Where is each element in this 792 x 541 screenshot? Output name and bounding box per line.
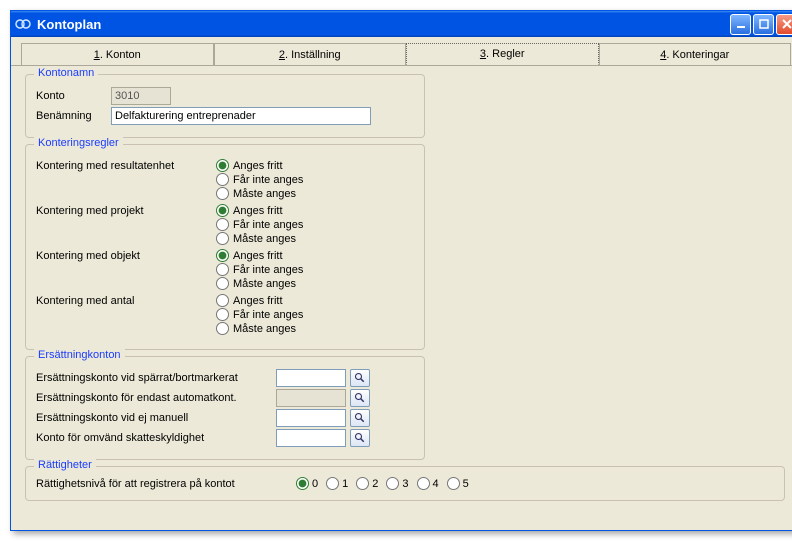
group-konteringsregler: Konteringsregler Kontering med resultate…: [25, 144, 425, 350]
resultatenhet-maste[interactable]: Måste anges: [216, 187, 303, 200]
konto-label: Konto: [36, 90, 111, 102]
rattigheter-label: Rättighetsnivå för att registrera på kon…: [36, 478, 286, 490]
automat-label: Ersättningskonto för endast automatkont.: [36, 392, 276, 404]
konto-field: [111, 87, 171, 105]
resultatenhet-fritt[interactable]: Anges fritt: [216, 159, 303, 172]
tab-konteringar[interactable]: 4. Konteringar: [599, 43, 792, 65]
ejmanuell-label: Ersättningskonto vid ej manuell: [36, 412, 276, 424]
legend-konteringsregler: Konteringsregler: [34, 137, 123, 149]
window-buttons: [730, 14, 792, 35]
titlebar: Kontoplan: [11, 11, 792, 37]
antal-maste[interactable]: Måste anges: [216, 322, 303, 335]
search-icon: [354, 432, 366, 444]
automat-lookup-button[interactable]: [350, 389, 370, 407]
benamning-label: Benämning: [36, 110, 111, 122]
sparrat-field[interactable]: [276, 369, 346, 387]
legend-rattigheter: Rättigheter: [34, 459, 96, 471]
app-icon: [15, 16, 31, 32]
legend-kontonamn: Kontonamn: [34, 67, 98, 79]
resultatenhet-label: Kontering med resultatenhet: [36, 159, 216, 172]
search-icon: [354, 372, 366, 384]
app-window: Kontoplan 1. Konton 2. Inställning 3. Re…: [10, 10, 792, 531]
close-button[interactable]: [776, 14, 792, 35]
ejmanuell-field[interactable]: [276, 409, 346, 427]
projekt-fritt[interactable]: Anges fritt: [216, 204, 303, 217]
ratt-opt-4[interactable]: 4: [417, 477, 439, 490]
tab-konton[interactable]: 1. Konton: [21, 43, 214, 65]
window-title: Kontoplan: [37, 17, 730, 32]
projekt-maste[interactable]: Måste anges: [216, 232, 303, 245]
omvand-lookup-button[interactable]: [350, 429, 370, 447]
projekt-inte[interactable]: Får inte anges: [216, 218, 303, 231]
minimize-button[interactable]: [730, 14, 751, 35]
maximize-button[interactable]: [753, 14, 774, 35]
search-icon: [354, 412, 366, 424]
benamning-field[interactable]: [111, 107, 371, 125]
antal-inte[interactable]: Får inte anges: [216, 308, 303, 321]
ratt-opt-1[interactable]: 1: [326, 477, 348, 490]
resultatenhet-inte[interactable]: Får inte anges: [216, 173, 303, 186]
antal-label: Kontering med antal: [36, 294, 216, 307]
objekt-label: Kontering med objekt: [36, 249, 216, 262]
legend-ersattning: Ersättningkonton: [34, 349, 125, 361]
ejmanuell-lookup-button[interactable]: [350, 409, 370, 427]
group-rattigheter: Rättigheter Rättighetsnivå för att regis…: [25, 466, 785, 501]
omvand-field[interactable]: [276, 429, 346, 447]
sparrat-label: Ersättningskonto vid spärrat/bortmarkera…: [36, 372, 276, 384]
ratt-opt-0[interactable]: 0: [296, 477, 318, 490]
ratt-opt-2[interactable]: 2: [356, 477, 378, 490]
ratt-opt-5[interactable]: 5: [447, 477, 469, 490]
group-kontonamn: Kontonamn Konto Benämning: [25, 74, 425, 138]
tab-bar: 1. Konton 2. Inställning 3. Regler 4. Ko…: [11, 37, 792, 66]
tab-installning[interactable]: 2. Inställning: [214, 43, 407, 65]
rattigheter-options: 0 1 2 3 4 5: [296, 477, 469, 490]
omvand-label: Konto för omvänd skatteskyldighet: [36, 432, 276, 444]
objekt-inte[interactable]: Får inte anges: [216, 263, 303, 276]
search-icon: [354, 392, 366, 404]
sparrat-lookup-button[interactable]: [350, 369, 370, 387]
objekt-fritt[interactable]: Anges fritt: [216, 249, 303, 262]
objekt-maste[interactable]: Måste anges: [216, 277, 303, 290]
automat-field: [276, 389, 346, 407]
client-area: Kontonamn Konto Benämning Konteringsregl…: [11, 66, 792, 530]
antal-fritt[interactable]: Anges fritt: [216, 294, 303, 307]
ratt-opt-3[interactable]: 3: [386, 477, 408, 490]
group-ersattning: Ersättningkonton Ersättningskonto vid sp…: [25, 356, 425, 460]
projekt-label: Kontering med projekt: [36, 204, 216, 217]
tab-regler[interactable]: 3. Regler: [406, 43, 599, 65]
